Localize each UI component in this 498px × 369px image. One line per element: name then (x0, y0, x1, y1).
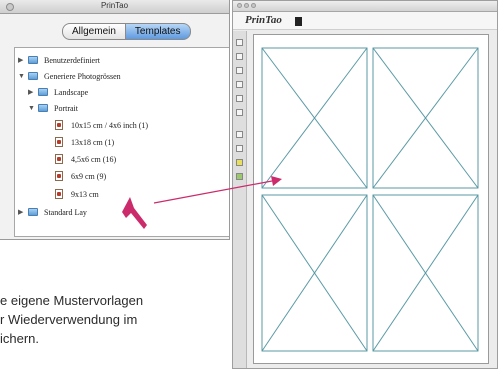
caption-text: e eigene Mustervorlagen r Wiederverwendu… (0, 291, 228, 348)
tree-item-label: Portrait (54, 103, 78, 113)
tree-item-portrait[interactable]: ▼ Portrait (28, 102, 78, 114)
tool-icon[interactable] (236, 131, 243, 138)
caption-line: e eigene Mustervorlagen (0, 293, 144, 308)
tool-icon[interactable] (236, 173, 243, 180)
tool-icon[interactable] (236, 81, 243, 88)
caption-line: ichern. (0, 331, 40, 346)
template-icon (55, 120, 63, 130)
disclosure-right-icon[interactable]: ▶ (18, 56, 28, 64)
caption-line: r Wiederverwendung im (0, 312, 138, 327)
page-canvas[interactable] (253, 34, 489, 364)
preferences-tabs: Allgemein Templates (62, 23, 191, 40)
disclosure-down-icon[interactable]: ▼ (18, 72, 28, 80)
folder-icon (28, 72, 38, 80)
tool-icon[interactable] (236, 159, 243, 166)
tool-icon[interactable] (236, 53, 243, 60)
tree-item-label: 4,5x6 cm (16) (71, 154, 117, 164)
tree-item-template[interactable]: 6x9 cm (9) (55, 170, 106, 182)
tree-item-label: Landscape (54, 87, 89, 97)
close-button[interactable] (237, 3, 242, 8)
template-layout (261, 47, 479, 352)
window-titlebar[interactable]: PrinTao (0, 0, 229, 14)
template-icon (55, 137, 63, 147)
printao-logo: PrinTao (245, 14, 282, 26)
document-icon[interactable] (295, 17, 302, 26)
tool-sidebar (233, 31, 247, 368)
tab-templates[interactable]: Templates (125, 23, 191, 40)
minimize-button[interactable] (244, 3, 249, 8)
folder-icon (28, 208, 38, 216)
folder-icon (28, 56, 38, 64)
tree-item-landscape[interactable]: ▶ Landscape (28, 86, 88, 98)
template-tree: ▶ Benutzerdefiniert ▼ Generiere Photogrö… (14, 47, 229, 237)
window-title: PrinTao (100, 1, 129, 10)
tree-item-label: 10x15 cm / 4x6 inch (1) (71, 120, 149, 130)
tree-item-template[interactable]: 10x15 cm / 4x6 inch (1) (55, 119, 148, 131)
tree-item-label: 6x9 cm (9) (71, 171, 107, 181)
tree-item-generiere-photogroessen[interactable]: ▼ Generiere Photogrössen (18, 70, 121, 82)
tree-item-label: 9x13 cm (71, 189, 99, 199)
folder-icon (38, 88, 48, 96)
disclosure-down-icon[interactable]: ▼ (28, 104, 38, 112)
template-icon (55, 154, 63, 164)
tree-item-template-9x13[interactable]: 9x13 cm (55, 188, 99, 200)
tree-item-standard-layouts[interactable]: ▶ Standard Lay (18, 206, 87, 218)
disclosure-right-icon[interactable]: ▶ (18, 208, 28, 216)
tree-item-label: Generiere Photogrössen (44, 71, 121, 81)
tab-allgemein[interactable]: Allgemein (62, 23, 126, 40)
disclosure-right-icon[interactable]: ▶ (28, 88, 38, 96)
tree-item-label: 13x18 cm (1) (71, 137, 115, 147)
printao-templates-window: PrinTao Allgemein Templates ▶ Benutzerde… (0, 0, 230, 240)
tool-icon[interactable] (236, 95, 243, 102)
tool-icon[interactable] (236, 109, 243, 116)
template-icon (55, 171, 63, 181)
folder-icon (38, 104, 48, 112)
tree-item-label: Benutzerdefiniert (44, 55, 100, 65)
doc-toolbar: PrinTao (233, 12, 497, 30)
tree-item-label: Standard Lay (44, 207, 87, 217)
tree-item-benutzerdefiniert[interactable]: ▶ Benutzerdefiniert (18, 54, 100, 66)
zoom-button[interactable] (251, 3, 256, 8)
tool-icon[interactable] (236, 67, 243, 74)
tree-item-template[interactable]: 13x18 cm (1) (55, 136, 114, 148)
template-icon (55, 189, 63, 199)
tool-icon[interactable] (236, 39, 243, 46)
window-controls (237, 3, 256, 8)
document-window: PrinTao (232, 0, 498, 369)
tool-icon[interactable] (236, 145, 243, 152)
tree-item-template[interactable]: 4,5x6 cm (16) (55, 153, 116, 165)
doc-titlebar[interactable] (233, 1, 497, 12)
